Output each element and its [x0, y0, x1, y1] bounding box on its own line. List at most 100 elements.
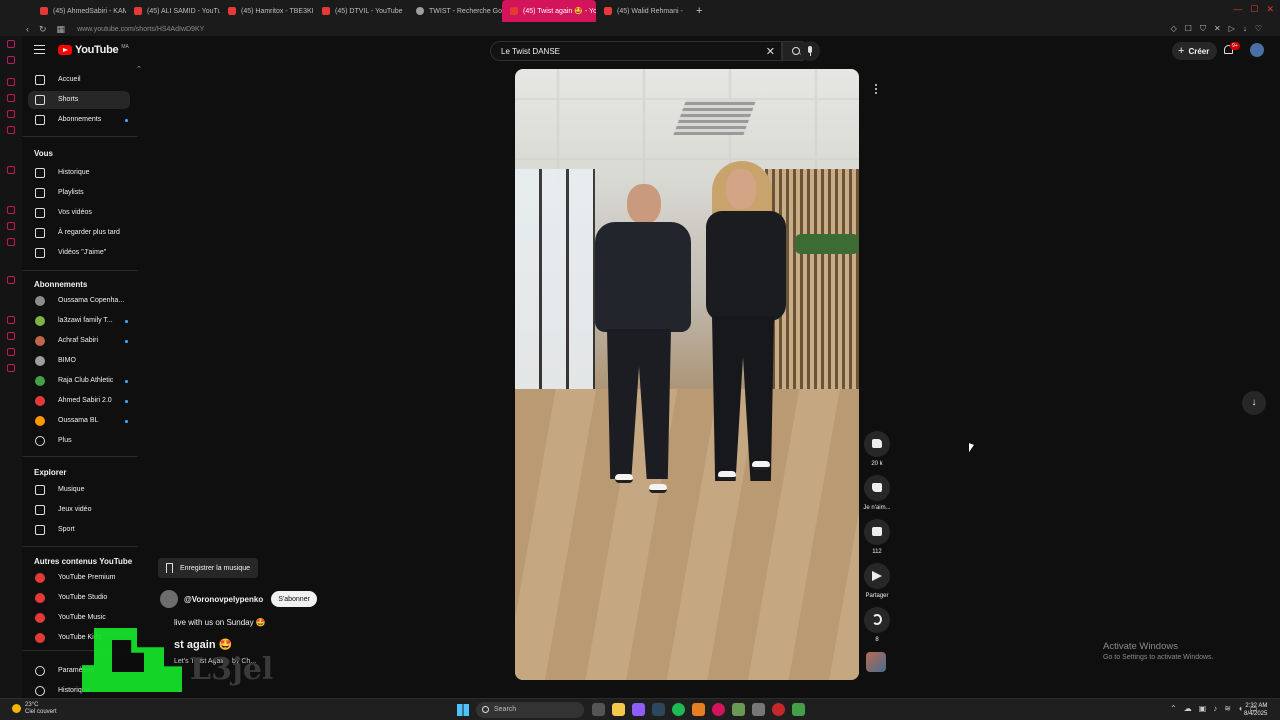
- short-video-player[interactable]: [515, 69, 859, 680]
- messenger-rail-icon[interactable]: [7, 56, 15, 64]
- sound-thumbnail[interactable]: [866, 652, 886, 672]
- vlc-icon[interactable]: [692, 703, 705, 716]
- download-icon[interactable]: ↓: [1243, 24, 1247, 34]
- sidebar-subscription[interactable]: BIMO: [28, 352, 130, 370]
- app-icon[interactable]: [792, 703, 805, 716]
- sidebar-youtube-app[interactable]: YouTube Music: [28, 609, 130, 627]
- sidebar-explore-item[interactable]: Musique: [28, 481, 130, 499]
- bookmark-icon[interactable]: ☐: [1185, 24, 1192, 34]
- spotify-icon[interactable]: [672, 703, 685, 716]
- subscribe-button[interactable]: S'abonner: [271, 591, 317, 607]
- sidebar-subscription[interactable]: Achraf Sabiri: [28, 332, 130, 350]
- app-tray-icon[interactable]: ▣: [1199, 704, 1207, 713]
- start-icon[interactable]: [457, 704, 469, 716]
- app-icon[interactable]: [732, 703, 745, 716]
- reload-icon[interactable]: ↻: [39, 24, 47, 35]
- new-tab-button[interactable]: +: [690, 5, 708, 17]
- sidebar-subscription[interactable]: Raja Club Athletic: [28, 372, 130, 390]
- tray-overflow-icon[interactable]: ⌃: [1170, 704, 1177, 713]
- show-more-button[interactable]: Plus: [28, 432, 130, 450]
- x-rail-icon[interactable]: [7, 238, 15, 246]
- remix-button[interactable]: 8: [862, 607, 892, 643]
- channel-avatar[interactable]: [160, 590, 178, 608]
- sidebar-explore-item[interactable]: Jeux vidéo: [28, 501, 130, 519]
- voice-search-icon[interactable]: [800, 41, 820, 61]
- taskbar-search[interactable]: Search: [476, 702, 584, 718]
- account-avatar[interactable]: [1250, 43, 1264, 57]
- opera-icon[interactable]: [712, 703, 725, 716]
- steam-icon[interactable]: [652, 703, 665, 716]
- save-music-button[interactable]: Enregistrer la musique: [158, 558, 259, 578]
- next-short-button[interactable]: ↓: [1242, 391, 1266, 415]
- sidebar-you-item[interactable]: Historique: [28, 164, 130, 182]
- site-info-icon[interactable]: ▦: [57, 24, 66, 35]
- volume-icon[interactable]: ◖: [1238, 704, 1243, 713]
- sidebar-you-item[interactable]: Vos vidéos: [28, 204, 130, 222]
- wallet-rail-icon[interactable]: [7, 110, 15, 118]
- chatgpt-rail-icon[interactable]: [7, 166, 15, 174]
- menu-icon[interactable]: [34, 45, 45, 54]
- tiktok-rail-icon[interactable]: [7, 222, 15, 230]
- browser-tab[interactable]: TWIST - Recherche Goog: [408, 0, 502, 22]
- comments-button[interactable]: 112: [862, 519, 892, 555]
- browser-tab[interactable]: (45) Twist again 🤩 - Yo: [502, 0, 596, 22]
- browser-tab[interactable]: (45) Walid Rehmani -: [596, 0, 690, 22]
- browser-tab[interactable]: (45) ALI SAMID - YouTub: [126, 0, 220, 22]
- onedrive-icon[interactable]: ☁: [1184, 704, 1192, 713]
- taskbar-clock[interactable]: 2:32 AM 8/4/2025: [1244, 702, 1267, 718]
- sidebar-item-1[interactable]: Shorts: [28, 91, 130, 109]
- like-button[interactable]: 20 k: [862, 431, 892, 467]
- translate-icon[interactable]: ✕: [1214, 24, 1221, 34]
- history-rail-icon[interactable]: [7, 78, 15, 86]
- extensions-rail-icon[interactable]: [7, 126, 15, 134]
- browser-tab[interactable]: (45) AhmedSabiri - KAM: [32, 0, 126, 22]
- you-section-header[interactable]: Vous: [34, 149, 53, 158]
- gift-rail-icon[interactable]: [7, 348, 15, 356]
- pin-rail-icon[interactable]: [7, 94, 15, 102]
- back-icon[interactable]: ‹: [26, 24, 29, 35]
- more-options-button[interactable]: [866, 79, 886, 99]
- sidebar-you-item[interactable]: Vidéos "J'aime": [28, 244, 130, 262]
- sidebar-item-0[interactable]: Accueil: [28, 71, 130, 89]
- sidebar-explore-item[interactable]: Sport: [28, 521, 130, 539]
- search-input[interactable]: Le Twist DANSE ✕: [490, 41, 782, 61]
- player-icon[interactable]: ▷: [1229, 24, 1235, 34]
- weather-widget[interactable]: 23°C Ciel couvert: [12, 702, 57, 716]
- youtube-logo[interactable]: YouTube MA: [58, 44, 129, 56]
- close-icon[interactable]: ✕: [1266, 4, 1274, 15]
- channel-name[interactable]: @Voronovpelypenko: [184, 595, 263, 604]
- sidebar-subscription[interactable]: la3zawi family T...: [28, 312, 130, 330]
- sidebar-subscription[interactable]: Oussama Copenha...: [28, 292, 130, 310]
- browser-tab[interactable]: (45) DTVIL - YouTube: [314, 0, 408, 22]
- sidebar-item-2[interactable]: Abonnements: [28, 111, 130, 129]
- file-explorer-icon[interactable]: [612, 703, 625, 716]
- url-field[interactable]: www.youtube.com/shorts/HS4AdIwD9KY: [77, 26, 204, 33]
- player-rail-icon[interactable]: [7, 276, 15, 284]
- clock-rail-icon[interactable]: [7, 332, 15, 340]
- sidebar-subscription[interactable]: Oussama BL: [28, 412, 130, 430]
- sidebar-subscription[interactable]: Ahmed Sabiri 2.0: [28, 392, 130, 410]
- wifi-icon[interactable]: ≋: [1224, 704, 1231, 713]
- browser-tab[interactable]: (45) Hamritox - TBE3KI: [220, 0, 314, 22]
- task-view-icon[interactable]: [592, 703, 605, 716]
- sidebar-you-item[interactable]: À regarder plus tard: [28, 224, 130, 242]
- heart-icon[interactable]: ♡: [1255, 24, 1262, 34]
- scroll-up-icon[interactable]: ⌃: [136, 65, 142, 73]
- home-rail-icon[interactable]: [7, 40, 15, 48]
- sidebar-youtube-app[interactable]: YouTube Premium: [28, 569, 130, 587]
- shield-icon[interactable]: ⛉: [1200, 24, 1206, 34]
- clear-search-icon[interactable]: ✕: [766, 45, 775, 58]
- vpn-rail-icon[interactable]: [7, 316, 15, 324]
- sidebar-you-item[interactable]: Playlists: [28, 184, 130, 202]
- mic-tray-icon[interactable]: ♪: [1213, 704, 1217, 713]
- app-icon[interactable]: [752, 703, 765, 716]
- instagram-rail-icon[interactable]: [7, 206, 15, 214]
- extension-icon[interactable]: ◇: [1171, 24, 1177, 34]
- dislike-button[interactable]: Je n'aim...: [862, 475, 892, 511]
- minimize-icon[interactable]: —: [1233, 4, 1242, 15]
- app-icon[interactable]: [772, 703, 785, 716]
- settings-rail-icon[interactable]: [7, 364, 15, 372]
- copilot-icon[interactable]: [632, 703, 645, 716]
- share-button[interactable]: Partager: [862, 563, 892, 599]
- maximize-icon[interactable]: ☐: [1250, 4, 1258, 15]
